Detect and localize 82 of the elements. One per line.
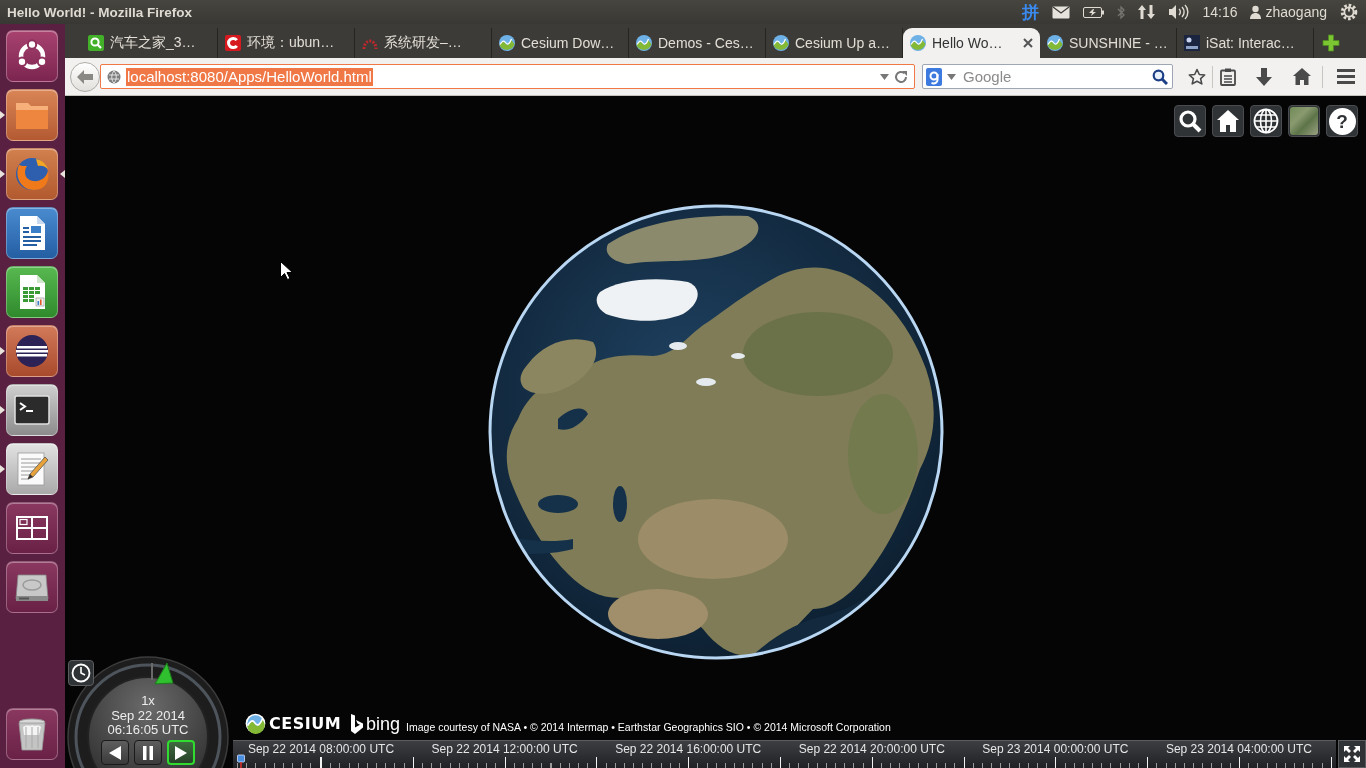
search-field[interactable]: Google [922, 64, 1173, 89]
clock-text[interactable]: 14:16 [1202, 4, 1238, 20]
battery-icon[interactable] [1083, 6, 1105, 18]
timeline-label: Sep 22 2014 16:00:00 UTC [615, 742, 762, 756]
logo-text[interactable]: CESIUM [269, 714, 342, 734]
clock-button[interactable] [68, 660, 94, 686]
globe-viewport[interactable] [65, 96, 1366, 768]
view-mode-button[interactable] [1250, 105, 1282, 137]
play-button[interactable] [167, 740, 195, 765]
home-icon[interactable] [1293, 68, 1311, 85]
user-icon[interactable] [1250, 5, 1262, 19]
ribbon-logo-icon[interactable] [351, 714, 364, 734]
caret-icon[interactable] [880, 73, 889, 80]
shuttle-pointer-icon[interactable] [154, 662, 174, 685]
search-icon [1178, 109, 1202, 133]
bluetooth-icon[interactable] [1117, 4, 1126, 20]
url-text: localhost:8080/Apps/HelloWorld.html [126, 67, 373, 86]
date-text: Sep 22 2014 [111, 708, 185, 723]
download-arrow-icon[interactable] [1256, 67, 1272, 86]
satellite-photo-placeholder [1290, 107, 1318, 135]
timeline-label: Sep 22 2014 12:00:00 UTC [431, 742, 578, 756]
close-icon[interactable] [1023, 38, 1033, 48]
home-button[interactable] [1212, 105, 1244, 137]
ring-logo-icon [225, 35, 241, 51]
play-icon [175, 745, 187, 760]
new-tab-plus-icon[interactable] [1322, 34, 1340, 52]
time-text: 06:16:05 UTC [107, 723, 189, 738]
globe-icon [1253, 108, 1279, 134]
mouse-cursor-icon [280, 261, 293, 280]
search-engine-icon[interactable] [926, 67, 942, 86]
home-icon [1216, 109, 1240, 133]
window-title: Hello World! - Mozilla Firefox [7, 4, 192, 20]
space-thumbnail-icon [1184, 35, 1200, 51]
wave-logo-icon[interactable] [245, 713, 266, 734]
timeline-label: Sep 22 2014 20:00:00 UTC [798, 742, 945, 756]
timeline-label: Sep 22 2014 08:00:00 UTC [247, 742, 395, 756]
launcher-item[interactable] [6, 30, 58, 82]
launcher-item[interactable] [6, 384, 58, 436]
mail-icon[interactable] [1052, 5, 1071, 19]
launcher-item[interactable] [6, 207, 58, 259]
volume-icon[interactable] [1168, 4, 1190, 20]
reverse-button[interactable] [101, 740, 129, 765]
back-arrow-icon [77, 69, 93, 84]
menu-icon[interactable] [1337, 69, 1355, 84]
network-icon[interactable] [1138, 4, 1156, 20]
wave-logo-icon [1047, 35, 1063, 51]
bookmark-star-icon[interactable] [1188, 67, 1206, 86]
expand-arrows-icon [1343, 745, 1361, 763]
wave-logo-icon [499, 35, 515, 51]
reverse-triangle-icon [109, 745, 121, 760]
globe-icon [107, 69, 121, 84]
pause-icon [142, 745, 154, 760]
launcher-item[interactable] [6, 502, 58, 554]
browser-tab[interactable]: Hello Wo… [903, 28, 1040, 58]
pause-button[interactable] [134, 740, 162, 765]
search-button[interactable] [1174, 105, 1206, 137]
magnifier-logo-icon [88, 35, 104, 51]
wave-logo-icon [636, 35, 652, 51]
search-icon[interactable] [1152, 68, 1168, 85]
gear-icon[interactable] [1340, 3, 1358, 21]
launcher-item[interactable] [6, 325, 58, 377]
launcher-item[interactable] [6, 708, 58, 760]
help-button[interactable]: ? [1326, 105, 1358, 137]
user-name[interactable]: zhaogang [1265, 4, 1327, 20]
launcher-item[interactable] [6, 561, 58, 613]
caret-icon[interactable] [947, 73, 956, 80]
timeline-label: Sep 23 2014 00:00:00 UTC [982, 742, 1129, 756]
clock-icon [71, 663, 91, 683]
arch-logo-icon [362, 37, 378, 49]
timeline-label: Sep 23 2014 04:00:00 UTC [1165, 742, 1312, 756]
reading-list-icon[interactable] [1220, 67, 1236, 86]
wave-logo-icon [773, 35, 789, 51]
globe-drawing[interactable] [486, 203, 945, 661]
timeline-bar[interactable]: Sep 22 2014 08:00:00 UTC Sep 22 2014 12:00:00 UTC Sep 22 2014 16:00:00 UTC Sep 22 2014 20:00:00 UTC Sep 23 2014 00:00:00 UTC Sep 23 2014 04:00:00 UTC [233, 740, 1336, 768]
wave-logo-icon [910, 35, 926, 51]
speed-text: 1x [141, 694, 155, 709]
imagery-picker-button[interactable] [1288, 105, 1320, 137]
reload-icon[interactable] [894, 69, 908, 84]
fullscreen-button[interactable] [1338, 740, 1366, 768]
back-button[interactable] [70, 61, 100, 92]
provider-logo-text[interactable]: bing [366, 714, 401, 734]
attribution-text: Image courtesy of NASA • © 2014 Intermap • Earthstar Geographics SIO • © 2014 Microsoft Corporation [406, 721, 891, 734]
